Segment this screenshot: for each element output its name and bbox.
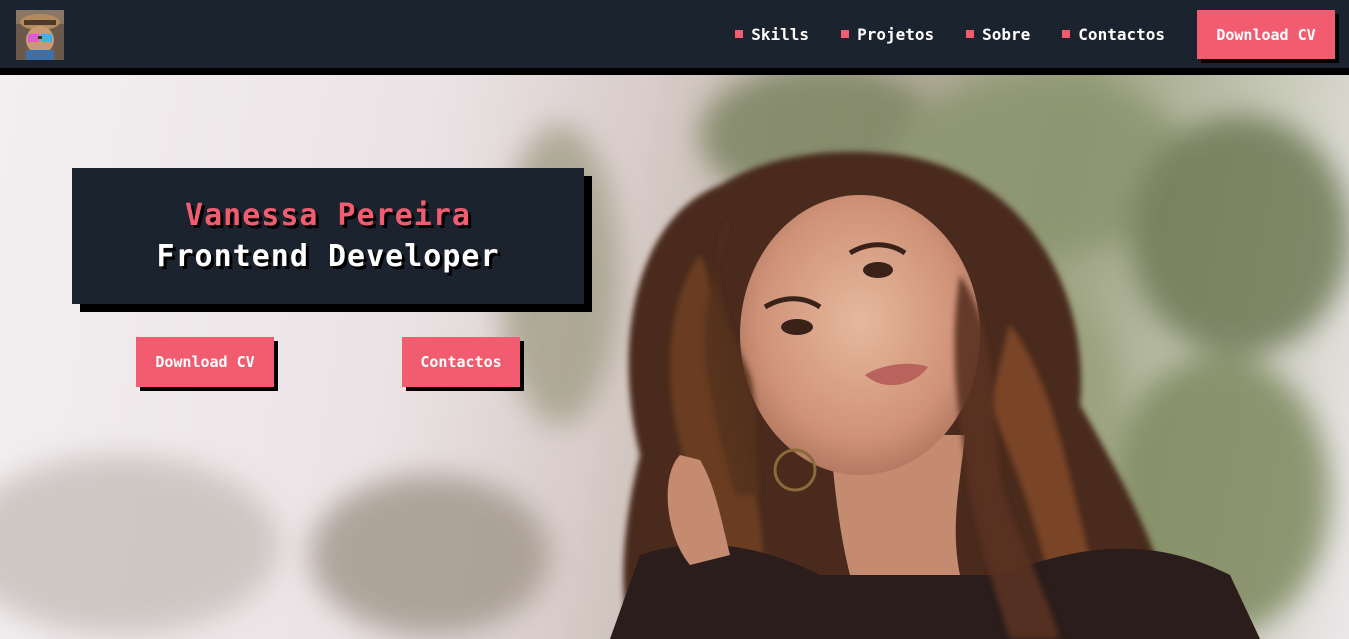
avatar-icon	[16, 10, 64, 60]
top-navbar: Skills Projetos Sobre Contactos Download…	[0, 0, 1349, 75]
hero-contactos-button[interactable]: Contactos	[402, 337, 520, 387]
nav-link-label: Skills	[751, 24, 810, 44]
nav-link-label: Projetos	[857, 24, 935, 44]
nav-link-label: Contactos	[1078, 24, 1165, 44]
hero-section: Vanessa Pereira Frontend Developer Downl…	[0, 75, 1349, 639]
nav-link-contactos[interactable]: Contactos	[1062, 25, 1165, 44]
hero-title-card: Vanessa Pereira Frontend Developer	[72, 168, 584, 304]
logo-avatar[interactable]	[16, 10, 64, 60]
nav-bullet-icon	[841, 30, 850, 38]
nav-download-cv-button[interactable]: Download CV	[1197, 10, 1335, 59]
hero-name: Vanessa Pereira	[185, 198, 471, 233]
nav-bullet-icon	[735, 30, 744, 38]
nav-bullet-icon	[966, 30, 975, 38]
hero-role: Frontend Developer	[156, 239, 500, 274]
nav-link-projetos[interactable]: Projetos	[841, 25, 934, 44]
nav-link-label: Sobre	[982, 24, 1031, 44]
nav-bullet-icon	[1062, 30, 1071, 38]
hero-download-cv-button[interactable]: Download CV	[136, 337, 274, 387]
nav-links: Skills Projetos Sobre Contactos	[735, 0, 1165, 68]
nav-link-sobre[interactable]: Sobre	[966, 25, 1030, 44]
nav-link-skills[interactable]: Skills	[735, 25, 809, 44]
